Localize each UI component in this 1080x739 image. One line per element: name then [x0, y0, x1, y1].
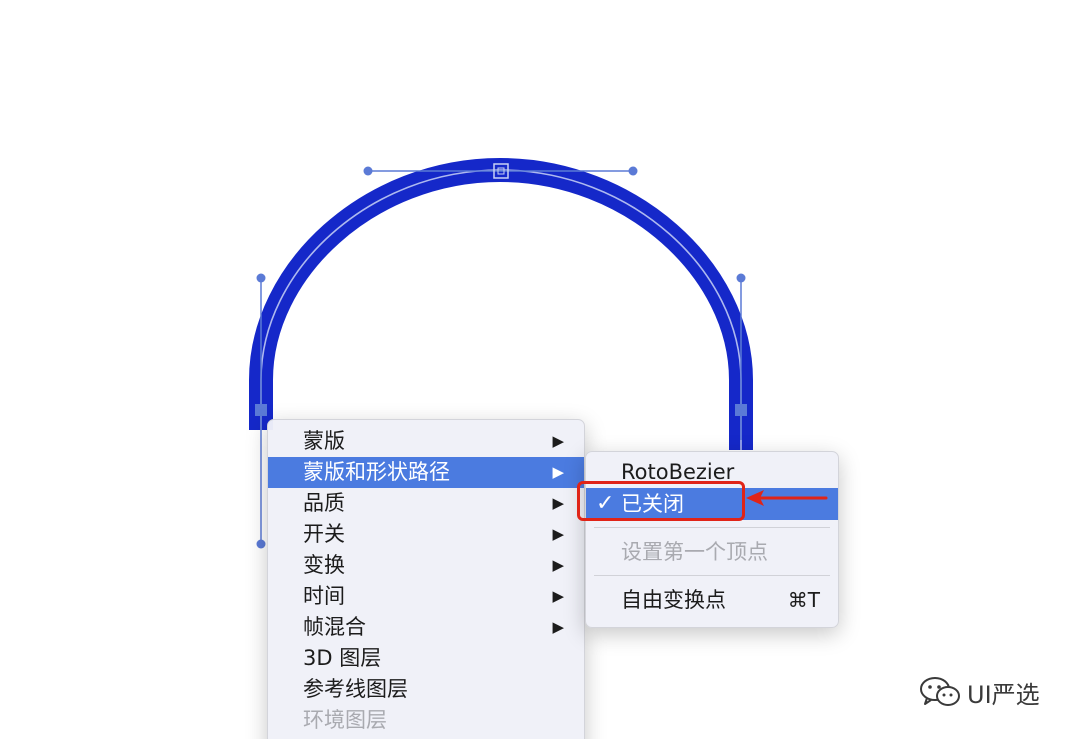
- menu-item-mask[interactable]: 蒙版 ▶: [268, 426, 584, 457]
- vertex-right[interactable]: [735, 404, 747, 416]
- wechat-icon: [920, 677, 960, 706]
- submenu-arrow-icon: ▶: [552, 525, 564, 543]
- callout-highlight-box: [577, 481, 745, 521]
- submenu-arrow-icon: ▶: [552, 494, 564, 512]
- keyboard-shortcut: ⌘T: [787, 588, 820, 612]
- menu-item-label: 蒙版: [303, 429, 345, 453]
- menu-item-transform[interactable]: 变换 ▶: [268, 550, 584, 581]
- submenu-item-set-first-vertex: 设置第一个顶点: [586, 536, 838, 568]
- mask-path-submenu: RotoBezier ✓ 已关闭 设置第一个顶点 自由变换点 ⌘T: [585, 451, 839, 628]
- menu-item-label: 3D 图层: [303, 646, 382, 670]
- menu-item-environment-layer: 环境图层: [268, 705, 584, 736]
- mask-path-line[interactable]: [260, 169, 742, 450]
- menu-item-label: 帧混合: [303, 615, 366, 639]
- submenu-arrow-icon: ▶: [552, 556, 564, 574]
- handle-point-right-top[interactable]: [736, 273, 746, 283]
- menu-separator: [594, 527, 830, 528]
- handle-point-top-right[interactable]: [628, 166, 638, 176]
- menu-item-frame-blending[interactable]: 帧混合 ▶: [268, 612, 584, 643]
- menu-separator: [594, 575, 830, 576]
- menu-item-3d-layer[interactable]: 3D 图层: [268, 643, 584, 674]
- canvas-stage: 蒙版 ▶ 蒙版和形状路径 ▶ 品质 ▶ 开关 ▶ 变换 ▶ 时间 ▶ 帧混合 ▶…: [0, 0, 1080, 739]
- menu-item-label: 环境图层: [303, 708, 387, 732]
- menu-item-mask-and-shape-path[interactable]: 蒙版和形状路径 ▶: [268, 457, 584, 488]
- menu-item-label: 时间: [303, 584, 345, 608]
- menu-item-label: 品质: [303, 491, 345, 515]
- menu-item-quality[interactable]: 品质 ▶: [268, 488, 584, 519]
- menu-item-label: 开关: [303, 522, 345, 546]
- menu-item-label: 变换: [303, 553, 345, 577]
- submenu-arrow-icon: ▶: [552, 587, 564, 605]
- shape-stroke: [249, 157, 753, 450]
- watermark: UI严选: [919, 674, 1040, 710]
- menu-item-switches[interactable]: 开关 ▶: [268, 519, 584, 550]
- callout-arrow-icon: [746, 490, 828, 506]
- menu-item-label: 蒙版和形状路径: [303, 460, 450, 484]
- vertex-left[interactable]: [255, 404, 267, 416]
- watermark-text: UI严选: [967, 680, 1040, 709]
- menu-item-label: 设置第一个顶点: [621, 540, 768, 564]
- submenu-item-free-transform-points[interactable]: 自由变换点 ⌘T: [586, 584, 838, 616]
- layer-context-menu: 蒙版 ▶ 蒙版和形状路径 ▶ 品质 ▶ 开关 ▶ 变换 ▶ 时间 ▶ 帧混合 ▶…: [267, 419, 585, 739]
- menu-item-label: 参考线图层: [303, 677, 408, 701]
- submenu-arrow-icon: ▶: [552, 463, 564, 481]
- submenu-arrow-icon: ▶: [552, 618, 564, 636]
- submenu-arrow-icon: ▶: [552, 432, 564, 450]
- handle-point-left-top[interactable]: [256, 273, 266, 283]
- menu-item-label: 自由变换点: [621, 588, 726, 612]
- handle-point-left-bottom[interactable]: [256, 539, 266, 549]
- handle-point-top-left[interactable]: [363, 166, 373, 176]
- menu-item-time[interactable]: 时间 ▶: [268, 581, 584, 612]
- menu-item-guide-layer[interactable]: 参考线图层: [268, 674, 584, 705]
